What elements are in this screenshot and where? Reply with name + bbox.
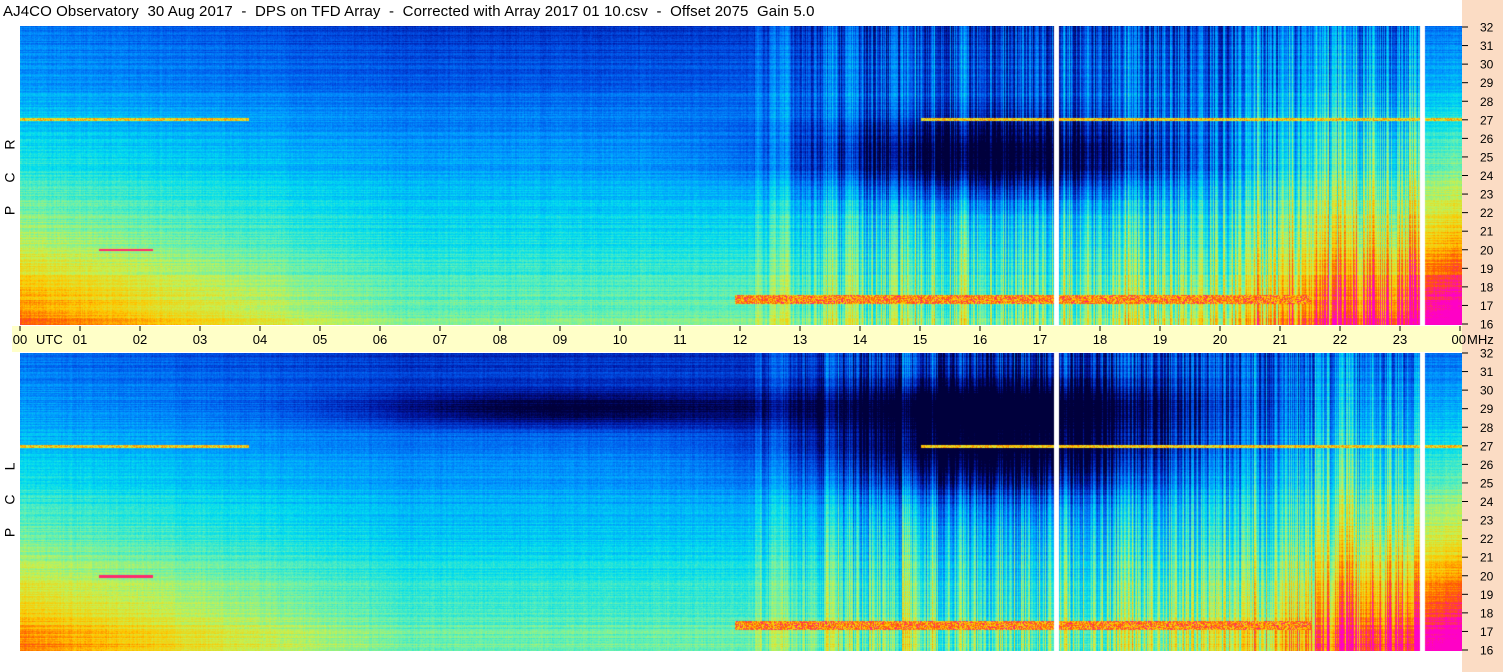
panel-label-lcp: LCP xyxy=(2,450,18,549)
rcp-spectrogram xyxy=(20,26,1462,325)
utc-time-axis xyxy=(12,326,1462,352)
frequency-axis-strip xyxy=(1462,0,1503,672)
panel-label-rcp: RCP xyxy=(2,128,18,227)
chart-title: AJ4CO Observatory 30 Aug 2017 - DPS on T… xyxy=(3,3,815,20)
lcp-spectrogram xyxy=(20,353,1462,651)
